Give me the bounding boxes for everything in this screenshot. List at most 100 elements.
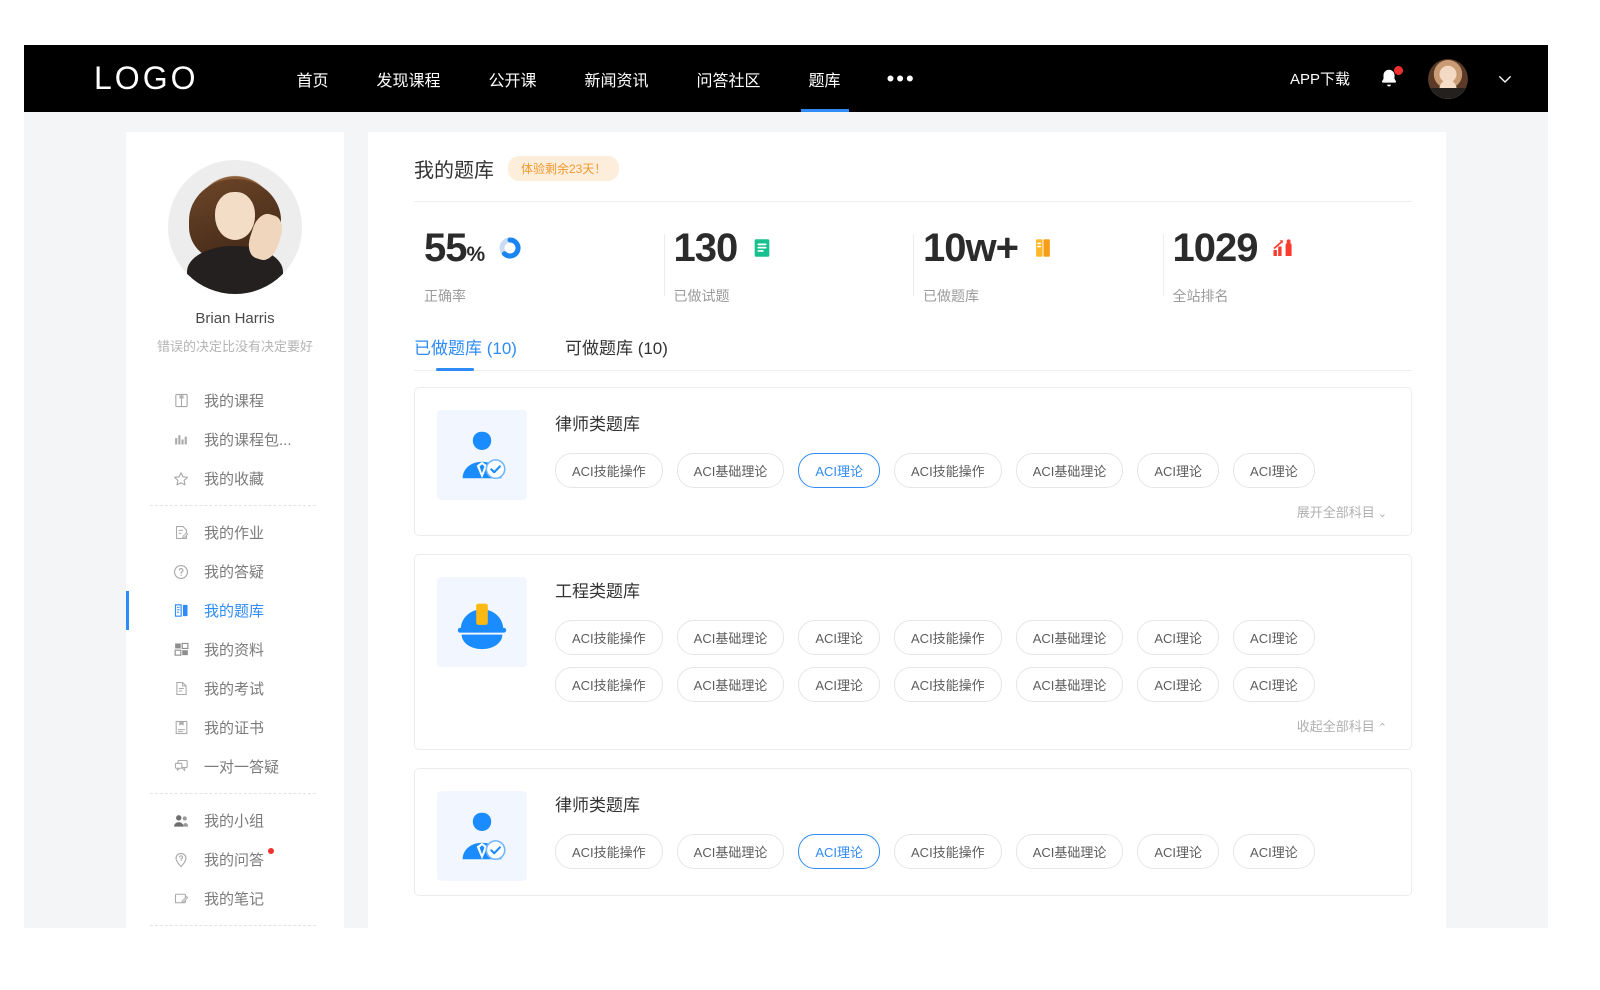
subject-tag[interactable]: ACI基础理论 <box>677 620 785 655</box>
nav-item-discover-courses[interactable]: 发现课程 <box>352 45 464 112</box>
subject-tag[interactable]: ACI基础理论 <box>1016 667 1124 702</box>
subject-tag[interactable]: ACI基础理论 <box>1016 834 1124 869</box>
sidebar-item-label: 我的课程 <box>204 390 264 411</box>
sidebar-item-my-group[interactable]: 我的小组 <box>126 801 344 840</box>
subject-tag[interactable]: ACI技能操作 <box>894 620 1002 655</box>
page-title: 我的题库 <box>414 154 494 183</box>
sidebar-item-label: 一对一答疑 <box>204 756 279 777</box>
question-bank-card[interactable]: 律师类题库 ACI技能操作 ACI基础理论 ACI理论 ACI技能操作 ACI基… <box>414 387 1412 536</box>
subject-tag[interactable]: ACI理论 <box>798 667 880 702</box>
sidebar-item-materials[interactable]: 我的资料 <box>126 630 344 669</box>
sidebar-item-course-packages[interactable]: 我的课程包... <box>126 420 344 459</box>
question-bank-card[interactable]: 律师类题库 ACI技能操作 ACI基础理论 ACI理论 ACI技能操作 ACI基… <box>414 768 1412 896</box>
subject-tag[interactable]: ACI理论 <box>1233 834 1315 869</box>
nav-item-open-class[interactable]: 公开课 <box>465 45 561 112</box>
sidebar-item-label: 我的证书 <box>204 717 264 738</box>
stat-label: 全站排名 <box>1173 286 1413 306</box>
sidebar-divider <box>150 925 316 926</box>
sidebar-item-question-bank[interactable]: 我的题库 <box>126 591 344 630</box>
subject-tag[interactable]: ACI理论 <box>1137 667 1219 702</box>
sidebar-item-label: 我的考试 <box>204 678 264 699</box>
sidebar-item-my-notes[interactable]: 我的笔记 <box>126 879 344 918</box>
subject-tag[interactable]: ACI理论 <box>1233 453 1315 488</box>
subject-tag-selected[interactable]: ACI理论 <box>798 834 880 869</box>
lawyer-icon <box>451 424 513 486</box>
grid-icon <box>172 641 190 659</box>
chevron-down-icon[interactable] <box>1496 70 1514 88</box>
subject-tag[interactable]: ACI基础理论 <box>1016 453 1124 488</box>
subject-tag[interactable]: ACI基础理论 <box>677 453 785 488</box>
ellipsis-icon[interactable]: ••• <box>865 72 938 85</box>
site-logo[interactable]: LOGO <box>94 60 198 97</box>
subject-tag[interactable]: ACI基础理论 <box>677 667 785 702</box>
card-thumbnail <box>437 577 527 667</box>
chevron-up-icon: ⌃ <box>1378 722 1387 734</box>
sidebar-item-label: 我的笔记 <box>204 888 264 909</box>
subject-tag[interactable]: ACI理论 <box>798 620 880 655</box>
bars-icon <box>172 431 190 449</box>
sidebar-item-favorites[interactable]: 我的收藏 <box>126 459 344 498</box>
subject-tag-row: ACI技能操作 ACI基础理论 ACI理论 ACI技能操作 ACI基础理论 AC… <box>555 834 1387 869</box>
card-title: 律师类题库 <box>555 791 1387 816</box>
avatar[interactable] <box>1428 59 1468 99</box>
subject-tag[interactable]: ACI理论 <box>1233 620 1315 655</box>
sidebar-item-label: 我的问答 <box>204 849 264 870</box>
subject-tag[interactable]: ACI技能操作 <box>555 620 663 655</box>
trial-status-badge: 体验剩余23天！ <box>508 156 619 181</box>
app-window: LOGO 首页 发现课程 公开课 新闻资讯 问答社区 题库 ••• APP下载 <box>24 45 1548 928</box>
sidebar-item-label: 我的资料 <box>204 639 264 660</box>
question-bank-card[interactable]: 工程类题库 ACI技能操作 ACI基础理论 ACI理论 ACI技能操作 ACI基… <box>414 554 1412 750</box>
card-body: 律师类题库 ACI技能操作 ACI基础理论 ACI理论 ACI技能操作 ACI基… <box>555 791 1387 881</box>
nav-item-question-bank[interactable]: 题库 <box>785 45 865 112</box>
subject-tag[interactable]: ACI基础理论 <box>677 834 785 869</box>
subject-tag[interactable]: ACI技能操作 <box>894 453 1002 488</box>
nav-item-home[interactable]: 首页 <box>272 45 352 112</box>
subject-tag[interactable]: ACI技能操作 <box>555 834 663 869</box>
stat-label: 已做试题 <box>674 286 914 306</box>
lawyer-icon <box>451 805 513 867</box>
nav-item-qa-community[interactable]: 问答社区 <box>673 45 785 112</box>
stat-site-rank: 1029 全站排名 <box>1163 228 1413 306</box>
donut-chart-icon <box>498 236 522 260</box>
subject-tag[interactable]: ACI理论 <box>1137 834 1219 869</box>
yellow-book-icon <box>1032 236 1056 260</box>
star-icon <box>172 470 190 488</box>
nav-item-news[interactable]: 新闻资讯 <box>561 45 673 112</box>
page-columns: Brian Harris 错误的决定比没有决定要好 我的课程 我的课程包... <box>24 112 1548 928</box>
card-title: 工程类题库 <box>555 577 1387 602</box>
subject-tag[interactable]: ACI理论 <box>1137 620 1219 655</box>
sidebar-item-answers[interactable]: 我的答疑 <box>126 552 344 591</box>
subject-tag[interactable]: ACI技能操作 <box>555 667 663 702</box>
subject-tag[interactable]: ACI技能操作 <box>894 667 1002 702</box>
subject-tag[interactable]: ACI技能操作 <box>555 453 663 488</box>
sidebar-item-label: 我的作业 <box>204 522 264 543</box>
sidebar-item-certificates[interactable]: 我的证书 <box>126 708 344 747</box>
profile-motto: 错误的决定比没有决定要好 <box>136 336 334 355</box>
tab-available-banks[interactable]: 可做题库 (10) <box>565 334 668 371</box>
collapse-all-subjects-link[interactable]: 收起全部科目⌃ <box>555 714 1387 735</box>
subject-tag[interactable]: ACI基础理论 <box>1016 620 1124 655</box>
sidebar-item-my-qa[interactable]: 我的问答 <box>126 840 344 879</box>
subject-tag[interactable]: ACI理论 <box>1233 667 1315 702</box>
sidebar-item-exams[interactable]: 我的考试 <box>126 669 344 708</box>
expand-all-subjects-link[interactable]: 展开全部科目⌄ <box>555 500 1387 521</box>
sidebar-item-label: 我的课程包... <box>204 429 292 450</box>
app-download-link[interactable]: APP下载 <box>1290 68 1350 89</box>
sidebar-divider <box>150 793 316 794</box>
sidebar-item-one-on-one[interactable]: 一对一答疑 <box>126 747 344 786</box>
subject-tag-row: ACI技能操作 ACI基础理论 ACI理论 ACI技能操作 ACI基础理论 AC… <box>555 453 1387 488</box>
profile-photo[interactable] <box>168 160 302 294</box>
card-body: 工程类题库 ACI技能操作 ACI基础理论 ACI理论 ACI技能操作 ACI基… <box>555 577 1387 735</box>
notification-bell-button[interactable] <box>1378 66 1400 92</box>
subject-tag[interactable]: ACI理论 <box>1137 453 1219 488</box>
tab-done-banks[interactable]: 已做题库 (10) <box>414 334 517 371</box>
sidebar-item-my-courses[interactable]: 我的课程 <box>126 381 344 420</box>
profile-name: Brian Harris <box>136 310 334 327</box>
sidebar-menu: 我的课程 我的课程包... 我的收藏 <box>126 381 344 928</box>
subject-tag-selected[interactable]: ACI理论 <box>798 453 880 488</box>
question-bank-icon <box>172 602 190 620</box>
chevron-down-icon: ⌄ <box>1378 508 1387 520</box>
nav-right-group: APP下载 <box>1290 59 1514 99</box>
sidebar-item-homework[interactable]: 我的作业 <box>126 513 344 552</box>
subject-tag[interactable]: ACI技能操作 <box>894 834 1002 869</box>
